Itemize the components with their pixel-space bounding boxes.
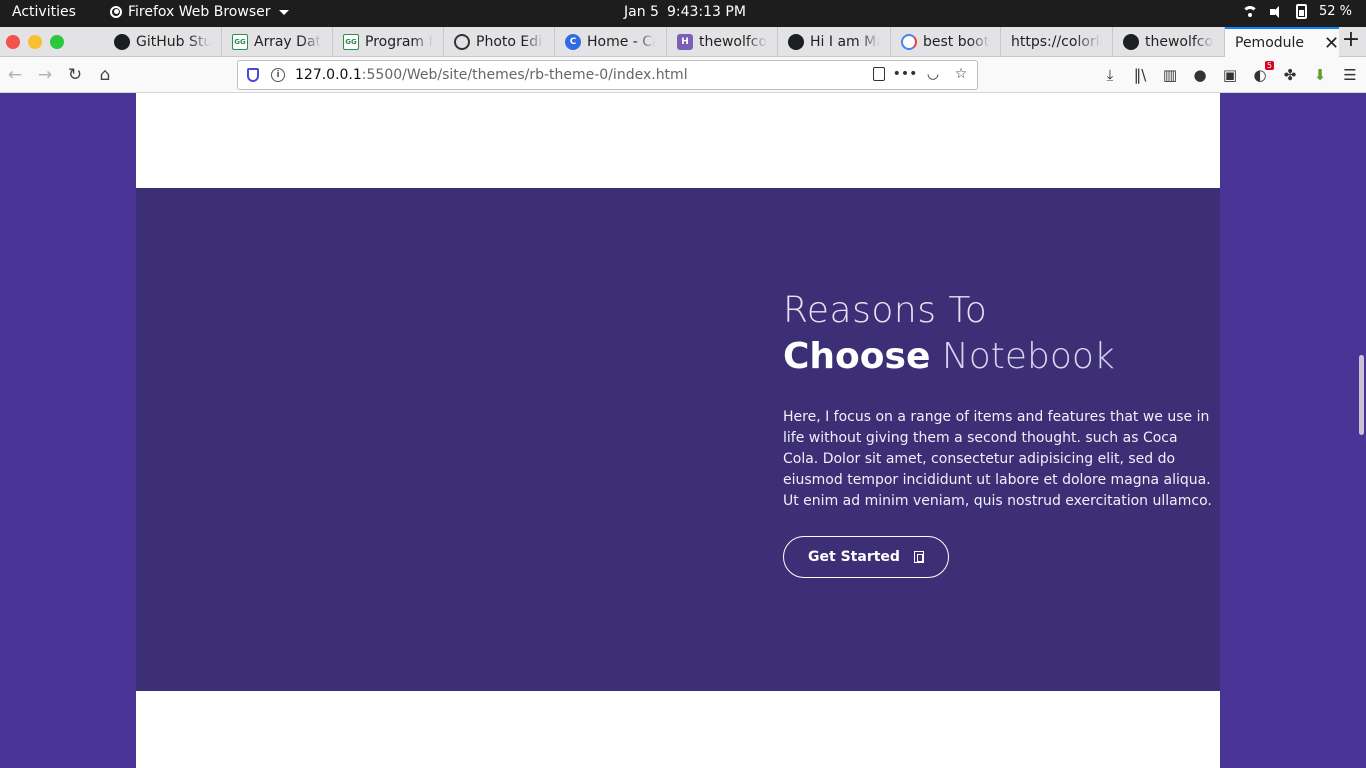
app-name: Firefox Web Browser (128, 4, 271, 20)
tab[interactable]: thewolfcon (1113, 27, 1225, 57)
canva-icon: C (565, 34, 581, 50)
reasons-content: Reasons To Choose Notebook Here, I focus… (783, 289, 1213, 578)
page-scrollbar[interactable] (1356, 93, 1366, 768)
tab-label: Photo Edit (476, 34, 544, 50)
tab-list: GitHub Stu GG Array Data GG Program fo Pho… (104, 27, 1339, 57)
window-controls (6, 35, 64, 49)
download-icon[interactable]: ⤓ (1100, 65, 1120, 85)
url-host: 127.0.0.1 (295, 67, 362, 83)
tracking-shield-icon[interactable] (247, 68, 259, 82)
reasons-section: Reasons To Choose Notebook Here, I focus… (136, 188, 1220, 691)
app-menu[interactable]: Firefox Web Browser (110, 4, 289, 20)
new-tab-button[interactable]: + (1340, 29, 1362, 53)
downloader-extension-icon[interactable]: ⬇ (1310, 65, 1330, 85)
url-actions: ••• ◡ ☆ (873, 66, 969, 82)
button-label: Get Started (808, 549, 900, 565)
tab[interactable]: Photo Edit (444, 27, 555, 57)
tab-label: Home - Ca (587, 34, 656, 50)
clock-time: 9:43:13 PM (666, 4, 746, 20)
gnome-top-bar: Activities Firefox Web Browser Jan 5 9:4… (0, 0, 1366, 27)
github-icon (788, 34, 804, 50)
system-status-menu[interactable]: 52 % (1241, 4, 1352, 19)
firefox-icon (110, 6, 122, 18)
white-section-bottom (136, 691, 1220, 768)
aperture-icon (454, 34, 470, 50)
tab[interactable]: best boots (891, 27, 1001, 57)
tab[interactable]: GG Array Data (222, 27, 333, 57)
reader-view-icon[interactable] (873, 67, 885, 81)
back-arrow-icon[interactable]: ← (5, 65, 25, 85)
forward-arrow-icon[interactable]: → (35, 65, 55, 85)
page-actions-icon[interactable]: ••• (893, 66, 918, 82)
bookmark-star-icon[interactable]: ☆ (953, 66, 969, 82)
section-description: Here, I focus on a range of items and fe… (783, 409, 1212, 509)
extension-badge-icon[interactable]: ◐ 5 (1250, 61, 1274, 85)
home-icon[interactable]: ⌂ (95, 65, 115, 85)
tab[interactable]: GG Program fo (333, 27, 444, 57)
section-heading-line1: Reasons To (783, 290, 988, 331)
github-icon (114, 34, 130, 50)
url-bar[interactable]: i 127.0.0.1:5500/Web/site/themes/rb-them… (237, 60, 978, 90)
heading-bold-word: Choose (783, 336, 931, 377)
url-text[interactable]: 127.0.0.1:5500/Web/site/themes/rb-theme-… (295, 67, 688, 83)
sidebar-icon[interactable]: ▥ (1160, 65, 1180, 85)
get-started-button[interactable]: Get Started (783, 536, 949, 578)
tab[interactable]: GitHub Stu (104, 27, 222, 57)
gfg-icon: GG (343, 34, 359, 50)
tab-label: Program fo (365, 34, 433, 50)
heroku-icon: H (677, 34, 693, 50)
tab-label: Array Data (254, 34, 322, 50)
battery-percent: 52 % (1318, 4, 1352, 19)
extension-icon[interactable]: ▣ (1220, 65, 1240, 85)
white-section-top (136, 93, 1220, 188)
battery-icon (1295, 4, 1307, 19)
pocket-icon[interactable]: ◡ (925, 66, 941, 82)
tab-label: GitHub Stu (136, 34, 211, 50)
heading-light-word: Notebook (941, 336, 1115, 377)
tab[interactable]: Hi I am Ma (778, 27, 891, 57)
clock-date: Jan 5 (624, 4, 659, 20)
menu-icon[interactable]: ☰ (1340, 65, 1360, 85)
tab-label: thewolfcon (1145, 34, 1214, 50)
wifi-icon (1241, 5, 1258, 18)
clock[interactable]: Jan 5 9:43:13 PM (624, 4, 746, 20)
tab-label: Pemodule (1235, 35, 1305, 51)
account-icon[interactable]: ● (1190, 65, 1210, 85)
tab-label: best boots (923, 34, 990, 50)
scroll-thumb[interactable] (1359, 355, 1364, 435)
tab-label: https://colorlib (1011, 34, 1102, 50)
nav-bar: ← → ↻ ⌂ i 127.0.0.1:5500/Web/site/themes… (0, 57, 1366, 93)
gfg-icon: GG (232, 34, 248, 50)
github-icon (1123, 34, 1139, 50)
tab[interactable]: https://colorlib (1001, 27, 1113, 57)
window-minimize-button[interactable] (28, 35, 42, 49)
google-icon (901, 34, 917, 50)
tab-active[interactable]: Pemodule ✕ (1225, 27, 1339, 57)
reload-icon[interactable]: ↻ (65, 65, 85, 85)
tab-label: Hi I am Ma (810, 34, 880, 50)
tab[interactable]: Hthewolfcon (667, 27, 778, 57)
url-path: :5500/Web/site/themes/rb-theme-0/index.h… (361, 67, 688, 83)
gnome-extension-icon[interactable]: ✤ (1280, 65, 1300, 85)
arrow-icon (913, 551, 924, 563)
window-close-button[interactable] (6, 35, 20, 49)
section-heading-line2: Choose Notebook (783, 333, 1213, 381)
volume-icon (1269, 5, 1284, 18)
tab-label: thewolfcon (699, 34, 767, 50)
activities-button[interactable]: Activities (12, 4, 76, 20)
library-icon[interactable]: ‖\ (1130, 65, 1150, 85)
caret-down-icon (278, 9, 289, 15)
page-viewport: Reasons To Choose Notebook Here, I focus… (0, 93, 1366, 768)
close-icon[interactable]: ✕ (1324, 33, 1339, 54)
window-maximize-button[interactable] (50, 35, 64, 49)
tab[interactable]: C Home - Ca (555, 27, 667, 57)
site-info-icon[interactable]: i (271, 68, 285, 82)
toolbar-actions: ⤓ ‖\ ▥ ● ▣ ◐ 5 ✤ ⬇ ☰ (1100, 61, 1360, 85)
notification-badge: 5 (1264, 61, 1274, 70)
tab-strip: GitHub Stu GG Array Data GG Program fo Pho… (0, 27, 1366, 57)
